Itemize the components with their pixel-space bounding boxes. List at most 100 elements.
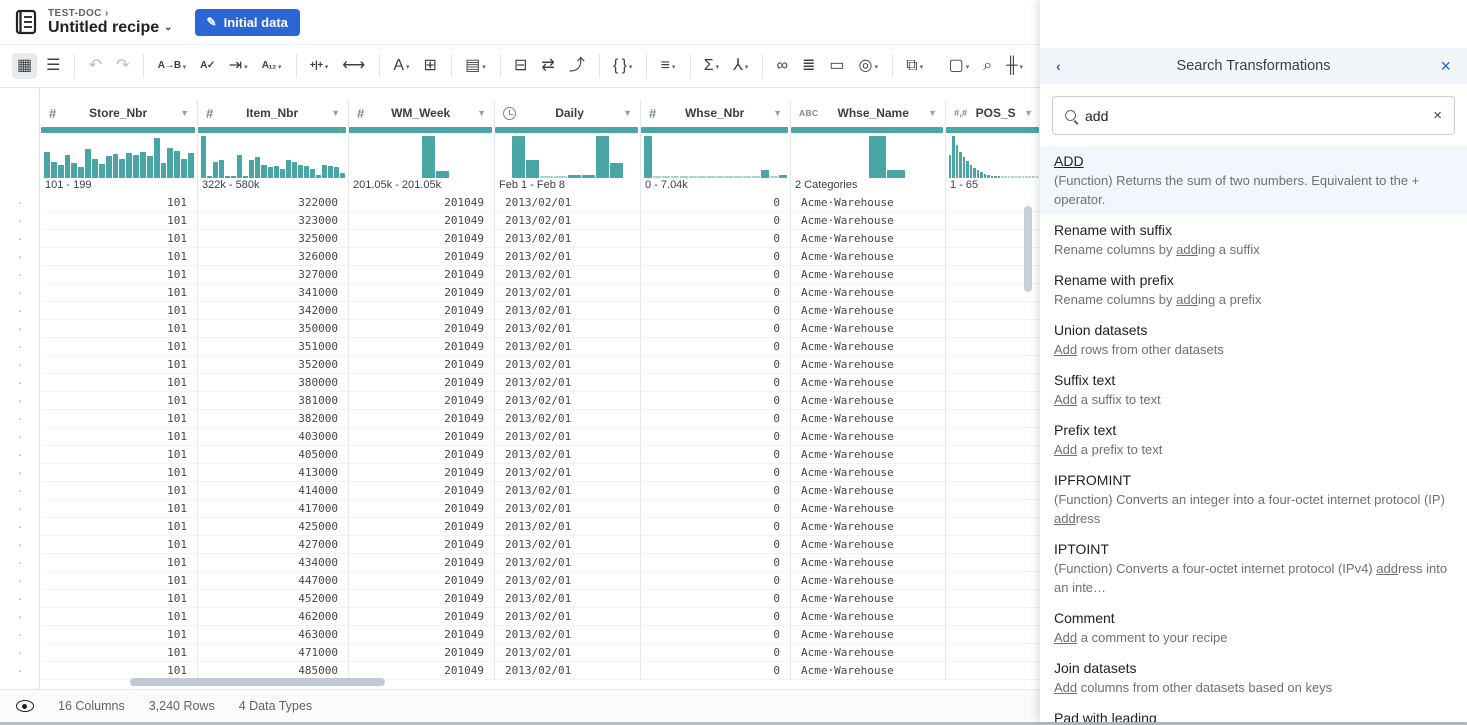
cell-store_nbr[interactable]: 101 [41, 554, 198, 572]
number-type-icon[interactable]: # [206, 106, 213, 121]
cell-daily[interactable]: 2013/02/01 [495, 554, 641, 572]
cell-daily[interactable]: 2013/02/01 [495, 410, 641, 428]
cell-item_nbr[interactable]: 403000 [198, 428, 349, 446]
cell-item_nbr[interactable]: 322000 [198, 194, 349, 212]
cell-daily[interactable]: 2013/02/01 [495, 446, 641, 464]
decimal-type-icon[interactable]: #,# [954, 108, 967, 119]
cell-pos_s[interactable] [946, 590, 1040, 608]
row-handle[interactable]: · [0, 628, 40, 646]
cell-item_nbr[interactable]: 325000 [198, 230, 349, 248]
cell-item_nbr[interactable]: 352000 [198, 356, 349, 374]
cell-whse_nbr[interactable]: 0 [641, 464, 791, 482]
cell-daily[interactable]: 2013/02/01 [495, 356, 641, 374]
cell-whse_nbr[interactable]: 0 [641, 338, 791, 356]
row-handle[interactable]: · [0, 610, 40, 628]
data-quality-bar[interactable] [791, 127, 943, 133]
column-menu-chevron-icon[interactable]: ▼ [180, 108, 189, 118]
join-split-icon[interactable]: ⅄▾ [728, 53, 753, 79]
row-handle[interactable]: · [0, 556, 40, 574]
cell-pos_s[interactable] [946, 500, 1040, 518]
cell-store_nbr[interactable]: 101 [41, 284, 198, 302]
column-header-wm_week[interactable]: #WM_Week▼201.05k - 201.05k [349, 100, 495, 194]
cell-item_nbr[interactable]: 463000 [198, 626, 349, 644]
cell-whse_name[interactable]: Acme·Warehouse [791, 284, 946, 302]
cell-store_nbr[interactable]: 101 [41, 338, 198, 356]
cell-wm_week[interactable]: 201049 [349, 428, 495, 446]
cell-whse_nbr[interactable]: 0 [641, 284, 791, 302]
cell-pos_s[interactable] [946, 518, 1040, 536]
cell-store_nbr[interactable]: 101 [41, 266, 198, 284]
transformation-result-item[interactable]: Rename with prefixRename columns by addi… [1040, 265, 1467, 315]
cell-pos_s[interactable] [946, 662, 1040, 680]
grid-view-icon[interactable]: ▦ [12, 53, 37, 79]
cell-daily[interactable]: 2013/02/01 [495, 248, 641, 266]
column-header-item_nbr[interactable]: #Item_Nbr▼322k - 580k [198, 100, 349, 194]
union-venn-icon[interactable]: ∞ [772, 53, 793, 79]
cell-wm_week[interactable]: 201049 [349, 608, 495, 626]
cell-whse_name[interactable]: Acme·Warehouse [791, 590, 946, 608]
cell-store_nbr[interactable]: 101 [41, 482, 198, 500]
cell-store_nbr[interactable]: 101 [41, 320, 198, 338]
cell-daily[interactable]: 2013/02/01 [495, 374, 641, 392]
transformation-result-item[interactable]: IPTOINT(Function) Converts a four-octet … [1040, 534, 1467, 603]
cell-daily[interactable]: 2013/02/01 [495, 266, 641, 284]
data-quality-bar[interactable] [198, 127, 346, 133]
cell-whse_name[interactable]: Acme·Warehouse [791, 626, 946, 644]
cell-whse_nbr[interactable]: 0 [641, 662, 791, 680]
cell-whse_name[interactable]: Acme·Warehouse [791, 392, 946, 410]
row-handle[interactable]: · [0, 286, 40, 304]
cell-daily[interactable]: 2013/02/01 [495, 482, 641, 500]
column-histogram[interactable] [495, 134, 640, 178]
pivot-icon[interactable]: ⊟ [509, 53, 532, 79]
cell-store_nbr[interactable]: 101 [41, 608, 198, 626]
cell-daily[interactable]: 2013/02/01 [495, 428, 641, 446]
cell-wm_week[interactable]: 201049 [349, 626, 495, 644]
transformation-search-input[interactable] [1085, 108, 1424, 124]
cell-whse_nbr[interactable]: 0 [641, 518, 791, 536]
cell-whse_nbr[interactable]: 0 [641, 230, 791, 248]
number-type-icon[interactable]: # [357, 106, 364, 121]
text-format-icon[interactable]: A▾ [388, 53, 414, 79]
cell-daily[interactable]: 2013/02/01 [495, 644, 641, 662]
column-header-daily[interactable]: Daily▼Feb 1 - Feb 8 [495, 100, 641, 194]
comment-icon[interactable]: ▭ [824, 53, 849, 79]
cell-store_nbr[interactable]: 101 [41, 212, 198, 230]
cell-wm_week[interactable]: 201049 [349, 446, 495, 464]
cell-wm_week[interactable]: 201049 [349, 464, 495, 482]
cell-whse_nbr[interactable]: 0 [641, 194, 791, 212]
cell-item_nbr[interactable]: 405000 [198, 446, 349, 464]
close-icon[interactable]: × [1431, 56, 1451, 77]
row-handle[interactable]: · [0, 520, 40, 538]
row-handle[interactable]: · [0, 502, 40, 520]
cell-item_nbr[interactable]: 447000 [198, 572, 349, 590]
column-histogram[interactable] [349, 134, 494, 178]
cell-pos_s[interactable] [946, 536, 1040, 554]
row-handle[interactable]: · [0, 376, 40, 394]
vertical-scrollbar[interactable] [1024, 206, 1032, 292]
cell-whse_name[interactable]: Acme·Warehouse [791, 338, 946, 356]
transformation-result-item[interactable]: Rename with suffixRename columns by addi… [1040, 215, 1467, 265]
eye-icon[interactable] [16, 700, 34, 712]
column-histogram[interactable] [791, 134, 945, 178]
cell-item_nbr[interactable]: 327000 [198, 266, 349, 284]
cell-whse_nbr[interactable]: 0 [641, 536, 791, 554]
cell-pos_s[interactable] [946, 320, 1040, 338]
cell-whse_name[interactable]: Acme·Warehouse [791, 662, 946, 680]
cell-pos_s[interactable] [946, 572, 1040, 590]
cell-daily[interactable]: 2013/02/01 [495, 302, 641, 320]
cell-pos_s[interactable] [946, 464, 1040, 482]
column-menu-chevron-icon[interactable]: ▼ [623, 108, 632, 118]
cell-item_nbr[interactable]: 342000 [198, 302, 349, 320]
cell-whse_name[interactable]: Acme·Warehouse [791, 230, 946, 248]
cell-item_nbr[interactable]: 462000 [198, 608, 349, 626]
column-header-pos_s[interactable]: #,#POS_S▼1 - 65 [946, 100, 1040, 194]
horizontal-scrollbar[interactable] [130, 678, 385, 686]
cell-wm_week[interactable]: 201049 [349, 194, 495, 212]
cell-whse_nbr[interactable]: 0 [641, 572, 791, 590]
cell-store_nbr[interactable]: 101 [41, 446, 198, 464]
cell-wm_week[interactable]: 201049 [349, 482, 495, 500]
cell-item_nbr[interactable]: 341000 [198, 284, 349, 302]
cell-whse_name[interactable]: Acme·Warehouse [791, 446, 946, 464]
recipe-title[interactable]: Untitled recipe ⌄ [48, 19, 173, 37]
cell-daily[interactable]: 2013/02/01 [495, 572, 641, 590]
